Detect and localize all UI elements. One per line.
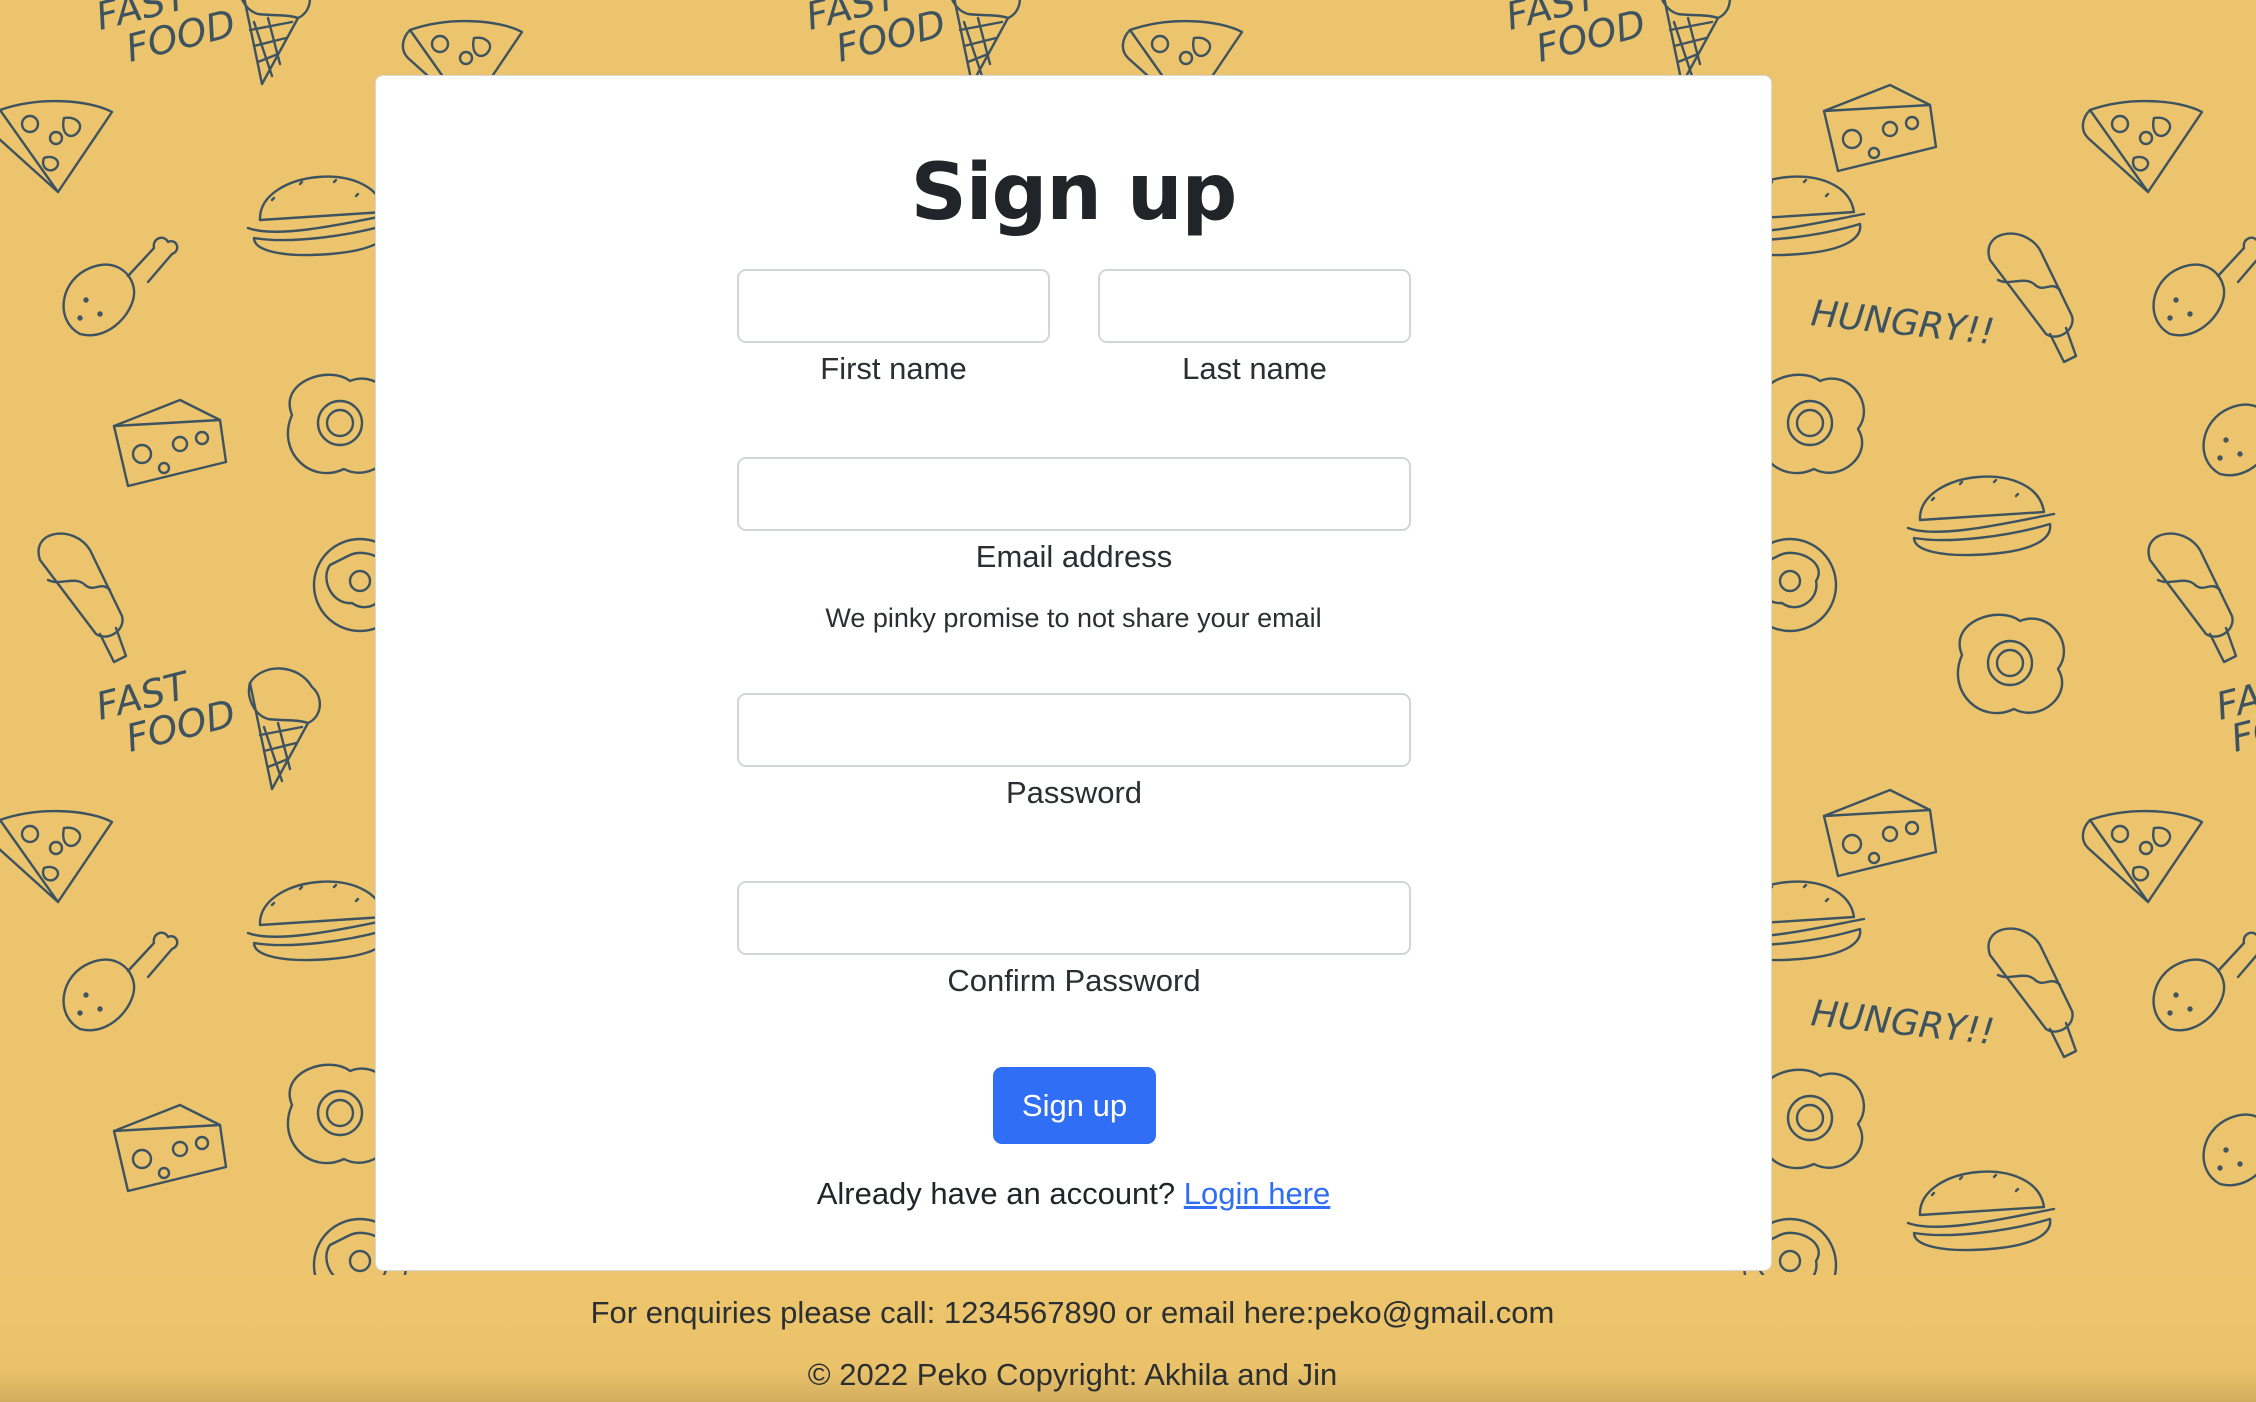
last-name-group: Last name: [1098, 269, 1411, 388]
svg-text:HUNGRY!!: HUNGRY!!: [1809, 293, 1996, 353]
footer: For enquiries please call: 1234567890 or…: [0, 1275, 2256, 1402]
email-group: Email address: [737, 457, 1411, 576]
footer-contact: For enquiries please call: 1234567890 or…: [590, 1295, 1555, 1330]
last-name-input[interactable]: [1098, 269, 1411, 343]
confirm-password-group: Confirm Password: [737, 881, 1411, 1000]
first-name-input[interactable]: [737, 269, 1050, 343]
email-help-text: We pinky promise to not share your email: [825, 603, 1322, 633]
login-link[interactable]: Login here: [1184, 1176, 1331, 1211]
footer-copyright: © 2022 Peko Copyright: Akhila and Jin: [807, 1357, 1338, 1392]
first-name-label: First name: [820, 351, 967, 386]
confirm-password-input[interactable]: [737, 881, 1411, 955]
svg-text:HUNGRY!!: HUNGRY!!: [1809, 993, 1996, 1053]
last-name-label: Last name: [1182, 351, 1327, 386]
password-group: Password: [737, 693, 1411, 812]
password-label: Password: [1005, 775, 1143, 810]
signup-card: Sign up First name Last name Email addre…: [375, 75, 1772, 1271]
email-input[interactable]: [737, 457, 1411, 531]
login-prompt-text: Already have an account?: [816, 1176, 1176, 1211]
signup-button[interactable]: Sign up: [993, 1067, 1156, 1144]
email-label: Email address: [975, 539, 1173, 574]
confirm-password-label: Confirm Password: [947, 963, 1201, 998]
password-input[interactable]: [737, 693, 1411, 767]
page-title: Sign up: [910, 148, 1238, 238]
first-name-group: First name: [737, 269, 1050, 388]
login-prompt: Already have an account? Login here: [376, 1176, 1771, 1212]
